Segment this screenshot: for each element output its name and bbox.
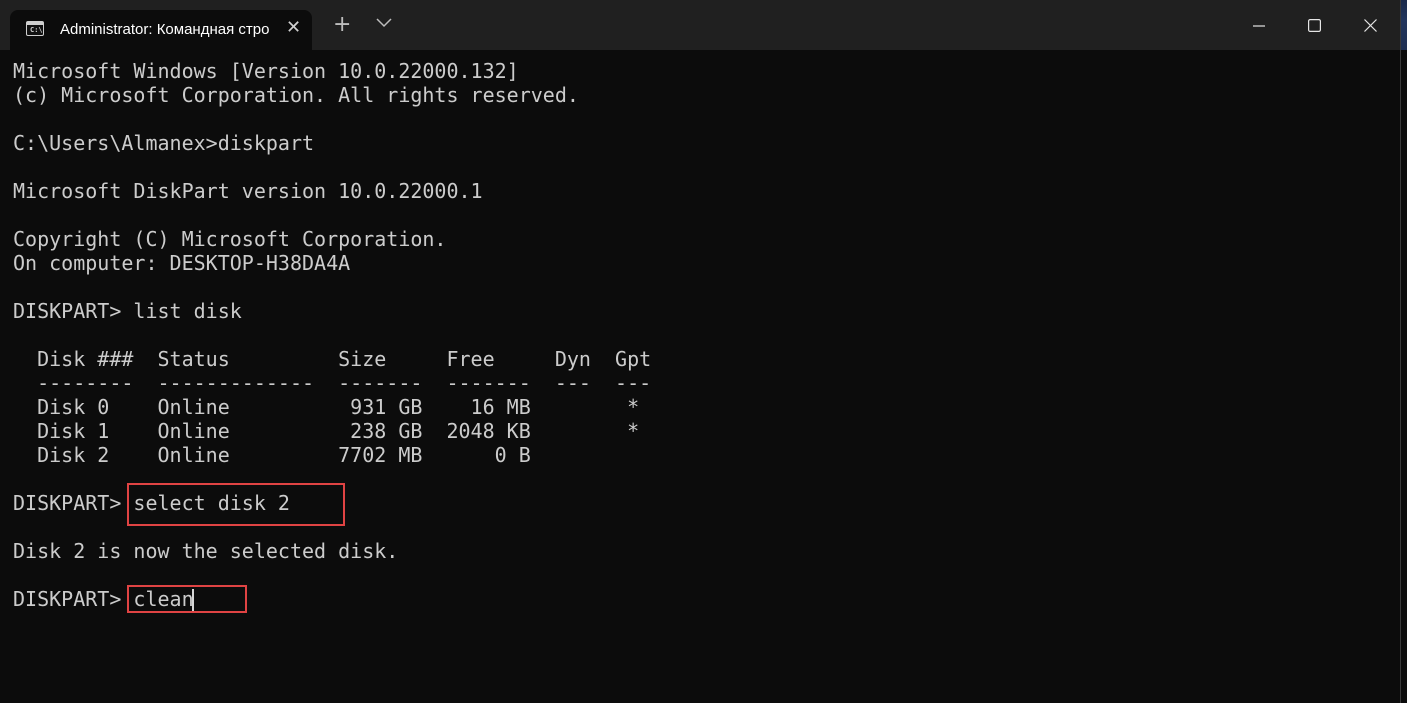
minimize-button[interactable]	[1234, 10, 1284, 40]
minimize-icon	[1253, 24, 1265, 27]
terminal-line: -------- ------------- ------- ------- -…	[13, 371, 652, 395]
terminal-line: DISKPART> clean	[13, 587, 194, 611]
close-tab-icon[interactable]: ✕	[286, 18, 301, 38]
close-icon	[1363, 19, 1377, 32]
close-button[interactable]	[1345, 10, 1395, 40]
terminal-line: DISKPART> list disk	[13, 299, 242, 323]
terminal-window: C:\ Administrator: Командная стро ✕ + Mi…	[0, 0, 1401, 703]
terminal-line: On computer: DESKTOP-H38DA4A	[13, 251, 351, 275]
terminal-output[interactable]: Microsoft Windows [Version 10.0.22000.13…	[13, 59, 651, 611]
terminal-line: Disk 1 Online 238 GB 2048 KB *	[13, 419, 640, 443]
tab-command-prompt[interactable]: C:\ Administrator: Командная стро ✕	[10, 10, 312, 50]
terminal-line: Microsoft Windows [Version 10.0.22000.13…	[13, 59, 519, 83]
terminal-line: Disk 0 Online 931 GB 16 MB *	[13, 395, 640, 419]
maximize-button[interactable]	[1289, 10, 1339, 40]
terminal-line: Disk 2 is now the selected disk.	[13, 539, 399, 563]
title-bar[interactable]: C:\ Administrator: Командная стро ✕ +	[0, 0, 1400, 50]
terminal-line: Disk 2 Online 7702 MB 0 B	[13, 443, 531, 467]
maximize-icon	[1307, 19, 1321, 33]
text-cursor	[192, 589, 194, 611]
cmd-icon: C:\	[26, 21, 44, 36]
highlight-select-disk	[127, 483, 345, 526]
terminal-line: Copyright (C) Microsoft Corporation.	[13, 227, 447, 251]
highlight-clean	[127, 585, 247, 613]
terminal-line: Microsoft DiskPart version 10.0.22000.1	[13, 179, 483, 203]
terminal-line: (c) Microsoft Corporation. All rights re…	[13, 83, 579, 107]
terminal-line: Disk ### Status Size Free Dyn Gpt	[13, 347, 652, 371]
terminal-line: C:\Users\Almanex>diskpart	[13, 131, 315, 155]
new-tab-button[interactable]: +	[333, 14, 351, 36]
tab-title: Administrator: Командная стро	[60, 21, 270, 38]
chevron-down-icon[interactable]	[376, 18, 392, 28]
